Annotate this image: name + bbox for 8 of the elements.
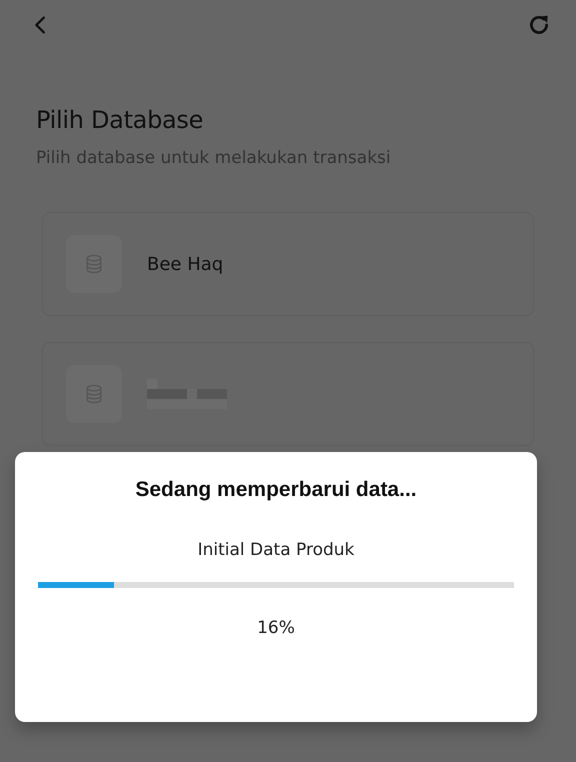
database-name: Bee Haq [147,254,224,274]
task-label: Initial Data Produk [198,540,354,560]
database-icon [85,384,103,404]
dialog-title: Sedang memperbarui data... [135,478,417,502]
database-icon [85,254,103,274]
progress-percent: 16% [257,618,295,638]
database-card[interactable]: Bee Haq [42,212,534,316]
page-title: Pilih Database [36,106,204,134]
